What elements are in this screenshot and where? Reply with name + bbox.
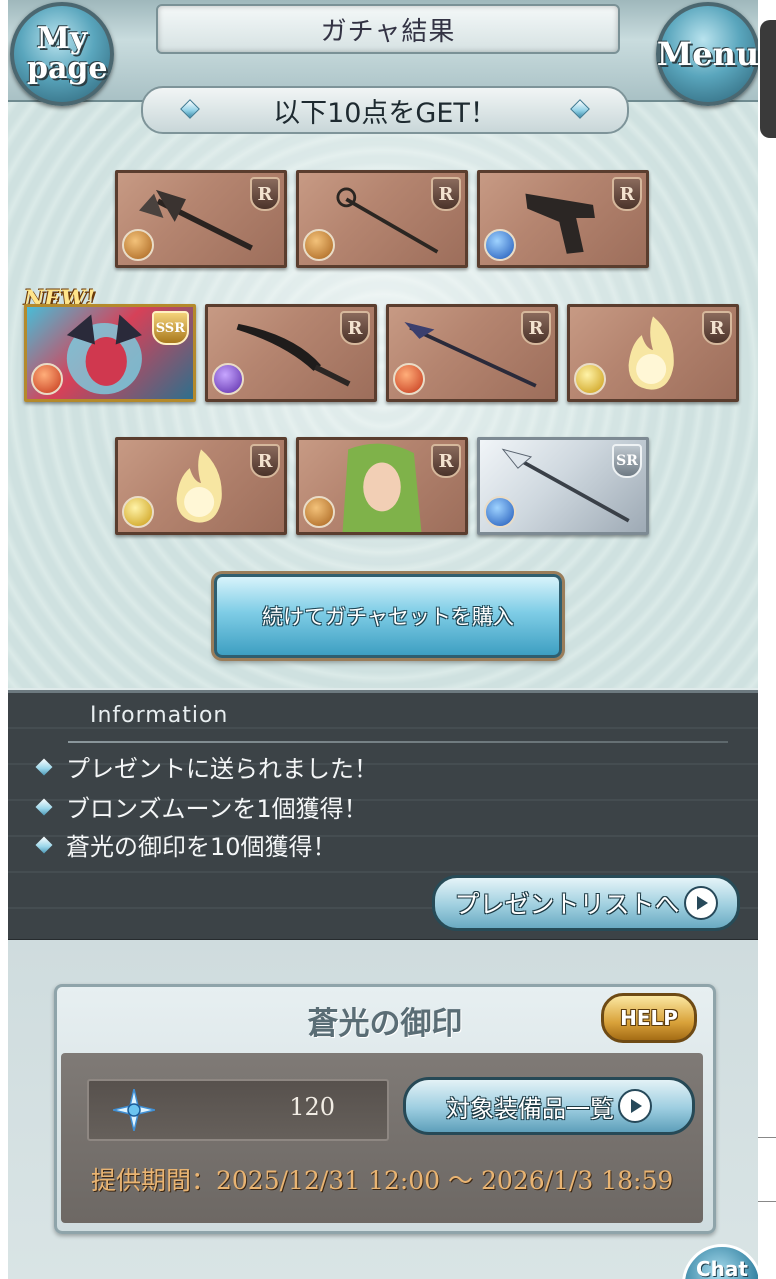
light-element-icon	[122, 496, 154, 528]
continue-purchase-label: 続けてガチャセットを購入	[262, 605, 514, 629]
item-card[interactable]: R	[115, 170, 287, 268]
seal-count-box: 120	[87, 1079, 389, 1141]
item-card[interactable]: R	[386, 304, 558, 402]
earth-element-icon	[303, 496, 335, 528]
rarity-badge: R	[702, 311, 732, 345]
target-equipment-label: 対象装備品一覧	[446, 1094, 614, 1123]
earth-element-icon	[122, 229, 154, 261]
rarity-badge: R	[612, 177, 642, 211]
info-message: ブロンズムーンを1個獲得！	[34, 789, 368, 824]
diamond-bullet-icon	[35, 836, 53, 853]
fire-element-icon	[393, 363, 425, 395]
scroll-handle[interactable]	[760, 20, 776, 138]
item-card[interactable]: R	[205, 304, 377, 402]
divider	[758, 1137, 776, 1138]
page-title: ガチャ結果	[320, 16, 456, 47]
rarity-badge: R	[250, 444, 280, 478]
rarity-badge: SSR	[151, 311, 189, 345]
water-element-icon	[484, 229, 516, 261]
availability-period: 提供期間：2025/12/31 12:00 〜 2026/1/3 18:59	[91, 1166, 674, 1195]
get-label: 以下10点をGET！	[273, 97, 497, 129]
my-page-button[interactable]: My page	[10, 2, 114, 106]
item-card[interactable]: R	[296, 437, 468, 535]
divider	[758, 1201, 776, 1202]
play-arrow-icon	[683, 886, 718, 920]
diamond-bullet-icon	[35, 758, 53, 775]
present-list-button[interactable]: プレゼントリストへ	[432, 875, 740, 931]
diamond-icon	[180, 99, 200, 119]
help-button[interactable]: HELP	[601, 993, 697, 1043]
rarity-badge: R	[431, 177, 461, 211]
light-element-icon	[574, 363, 606, 395]
rarity-badge: R	[340, 311, 370, 345]
info-message-text: ブロンズムーンを1個獲得！	[66, 795, 368, 823]
gacha-result-area: My page ガチャ結果 Menu 以下10点をGET！ R R R NEW!…	[8, 0, 758, 688]
divider	[68, 741, 728, 743]
info-message: プレゼントに送られました！	[34, 749, 378, 784]
item-card[interactable]: R	[567, 304, 739, 402]
information-title: Information	[90, 703, 229, 728]
seal-count: 120	[289, 1093, 335, 1121]
get-banner: 以下10点をGET！	[141, 86, 629, 134]
game-screen: My page ガチャ結果 Menu 以下10点をGET！ R R R NEW!…	[8, 0, 758, 1279]
item-card[interactable]: R	[296, 170, 468, 268]
continue-purchase-button[interactable]: 続けてガチャセットを購入	[214, 574, 562, 658]
diamond-icon	[570, 99, 590, 119]
item-card[interactable]: R	[477, 170, 649, 268]
seal-crest-icon	[113, 1089, 155, 1131]
fire-element-icon	[31, 363, 63, 395]
title-plate: ガチャ結果	[156, 4, 620, 54]
target-equipment-button[interactable]: 対象装備品一覧	[403, 1077, 695, 1135]
information-panel: Information プレゼントに送られました！ ブロンズムーンを1個獲得！ …	[8, 690, 758, 943]
item-card[interactable]: SR	[477, 437, 649, 535]
seal-title: 蒼光の御印	[307, 1005, 463, 1042]
seal-body: 120 対象装備品一覧 提供期間：2025/12/31 12:00 〜 2026…	[61, 1053, 703, 1223]
info-message: 蒼光の御印を10個獲得！	[34, 827, 337, 862]
menu-label: Menu	[656, 35, 758, 73]
play-arrow-icon	[618, 1089, 652, 1123]
my-page-label: My page	[27, 21, 108, 86]
diamond-bullet-icon	[35, 798, 53, 815]
earth-element-icon	[303, 229, 335, 261]
rarity-badge: SR	[612, 444, 642, 478]
seal-area: 蒼光の御印 HELP 120 対象装備品一覧 提供期間：2025/12/31 1…	[8, 940, 758, 1279]
info-message-text: プレゼントに送られました！	[66, 755, 378, 783]
dark-element-icon	[212, 363, 244, 395]
item-card[interactable]: R	[115, 437, 287, 535]
seal-panel: 蒼光の御印 HELP 120 対象装備品一覧 提供期間：2025/12/31 1…	[54, 984, 716, 1234]
rarity-badge: R	[431, 444, 461, 478]
rarity-badge: R	[521, 311, 551, 345]
seal-header: 蒼光の御印 HELP	[57, 987, 713, 1053]
browser-edge	[758, 0, 776, 1279]
present-list-label: プレゼントリストへ	[454, 890, 680, 919]
rarity-badge: R	[250, 177, 280, 211]
menu-button[interactable]: Menu	[656, 2, 758, 106]
item-card[interactable]: SSR	[24, 304, 196, 402]
info-message-text: 蒼光の御印を10個獲得！	[66, 833, 337, 861]
water-element-icon	[484, 496, 516, 528]
